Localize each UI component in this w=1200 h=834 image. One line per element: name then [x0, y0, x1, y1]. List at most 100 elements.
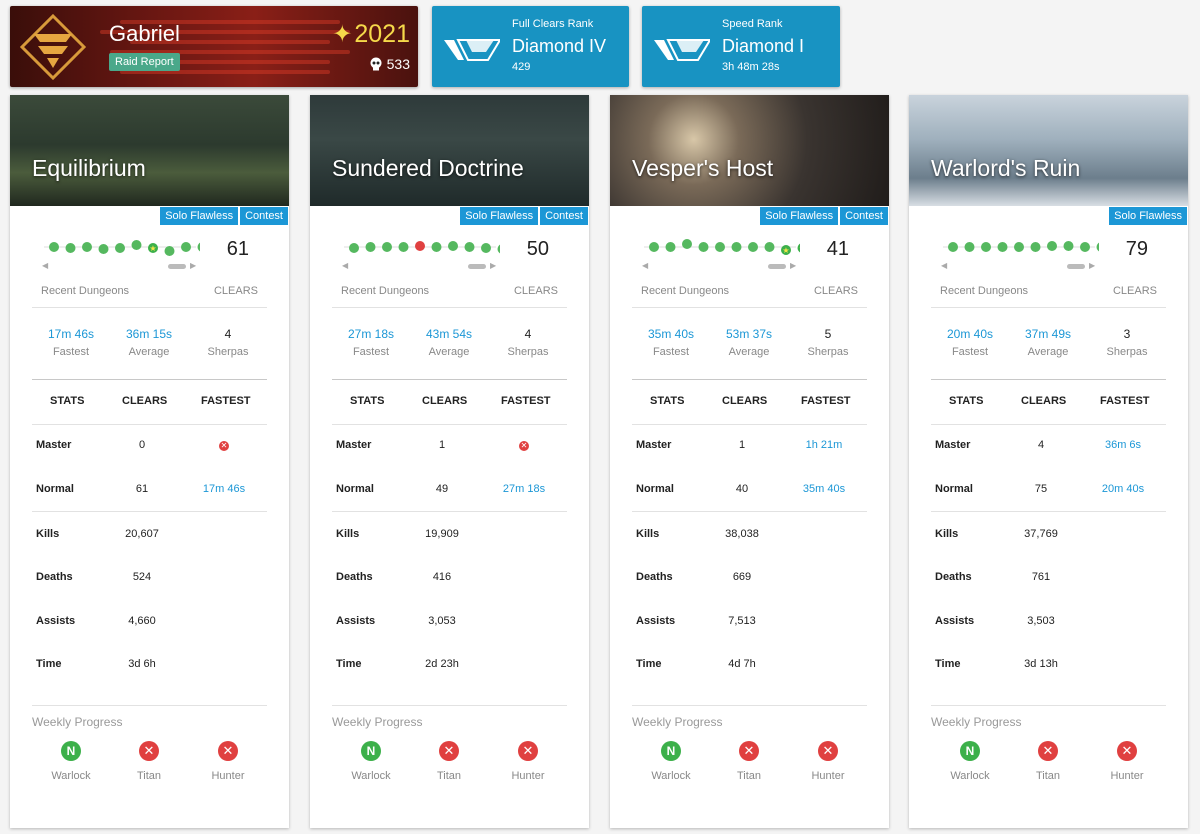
scroll-right-icon[interactable]: ▶: [190, 261, 196, 270]
scroll-right-icon[interactable]: ▶: [490, 261, 496, 270]
dungeon-clear-dot[interactable]: [1030, 242, 1041, 252]
fastest-value[interactable]: 17m 46s: [31, 327, 111, 341]
fastest-value[interactable]: 20m 40s: [930, 327, 1010, 341]
contest-badge: Contest: [540, 207, 588, 225]
graph-scroller[interactable]: ◀ ▶: [941, 261, 1096, 271]
dungeon-clear-dot[interactable]: [49, 242, 59, 252]
dungeon-clear-dot[interactable]: [1096, 242, 1100, 252]
normal-fastest[interactable]: 17m 46s: [184, 483, 264, 495]
dungeon-card[interactable]: Warlord's Ruin Solo Flawless ◀ ▶ 79 Rece…: [909, 95, 1188, 828]
raid-report-link[interactable]: Raid Report: [109, 53, 180, 71]
dungeon-clear-dot[interactable]: [415, 241, 425, 251]
dungeon-clear-dot[interactable]: [181, 242, 191, 252]
dungeon-clear-dot[interactable]: [82, 242, 92, 252]
normal-fastest[interactable]: 27m 18s: [484, 483, 564, 495]
player-emblem[interactable]: Gabriel Raid Report ✦2021 533: [10, 6, 418, 87]
average-value[interactable]: 43m 54s: [409, 327, 489, 341]
scrollbar-thumb[interactable]: [768, 264, 786, 269]
dungeon-clear-dot[interactable]: [464, 242, 475, 252]
dungeon-clear-dot[interactable]: [398, 242, 409, 252]
dungeon-card[interactable]: Sundered Doctrine Solo Flawless Contest …: [310, 95, 589, 828]
dungeon-banner[interactable]: Warlord's Ruin: [909, 95, 1188, 206]
completed-icon: N: [661, 741, 681, 761]
average-stat[interactable]: 43m 54s Average: [409, 327, 489, 358]
average-stat[interactable]: 36m 15s Average: [109, 327, 189, 358]
dungeon-clear-dot[interactable]: [448, 241, 458, 251]
normal-fastest[interactable]: 35m 40s: [784, 483, 864, 495]
speed-rank[interactable]: Speed Rank Diamond I 3h 48m 28s: [642, 6, 840, 87]
dungeon-clear-dot[interactable]: [649, 242, 659, 252]
sherpas-stat: 3 Sherpas: [1087, 327, 1167, 358]
dungeon-clear-dot[interactable]: [65, 243, 76, 253]
scroll-left-icon[interactable]: ◀: [941, 261, 947, 270]
dungeon-banner[interactable]: Equilibrium: [10, 95, 289, 206]
master-fastest[interactable]: 1h 21m: [784, 439, 864, 451]
average-value[interactable]: 37m 49s: [1008, 327, 1088, 341]
dungeon-clear-dot[interactable]: [997, 242, 1008, 252]
dungeon-clear-dot[interactable]: [365, 242, 376, 252]
dungeon-clear-dot[interactable]: [497, 244, 501, 254]
graph-scroller[interactable]: ◀ ▶: [642, 261, 797, 271]
dungeon-banner[interactable]: Vesper's Host: [610, 95, 889, 206]
normal-fastest[interactable]: 20m 40s: [1083, 483, 1163, 495]
fastest-value[interactable]: 27m 18s: [331, 327, 411, 341]
dungeon-clear-dot[interactable]: [164, 246, 175, 256]
row-label: Master: [336, 439, 372, 451]
kills-value: 19,909: [425, 528, 459, 540]
divider: [332, 511, 567, 512]
dungeon-clear-dot[interactable]: [1063, 241, 1074, 251]
graph-scroller[interactable]: ◀ ▶: [42, 261, 197, 271]
master-fastest[interactable]: 36m 6s: [1083, 439, 1163, 451]
full-clears-rank[interactable]: Full Clears Rank Diamond IV 429: [432, 6, 629, 87]
scroll-left-icon[interactable]: ◀: [642, 261, 648, 270]
average-stat[interactable]: 37m 49s Average: [1008, 327, 1088, 358]
average-value[interactable]: 36m 15s: [109, 327, 189, 341]
fastest-stat[interactable]: 20m 40s Fastest: [930, 327, 1010, 358]
table-row: Normal 40 35m 40s: [610, 483, 889, 503]
dungeon-clear-dot[interactable]: [748, 242, 758, 252]
dungeon-clear-dot[interactable]: [98, 244, 109, 254]
dungeon-clear-dot[interactable]: [698, 242, 709, 252]
dungeon-clear-dot[interactable]: [115, 243, 125, 253]
dungeon-clear-dot[interactable]: [382, 242, 392, 252]
scroll-left-icon[interactable]: ◀: [342, 261, 348, 270]
fastest-stat[interactable]: 17m 46s Fastest: [31, 327, 111, 358]
recent-dungeons-label: Recent Dungeons: [940, 285, 1029, 297]
dungeon-card[interactable]: Equilibrium Solo Flawless Contest ★ ◀ ▶ …: [10, 95, 289, 828]
dungeon-banner[interactable]: Sundered Doctrine: [310, 95, 589, 206]
graph-scroller[interactable]: ◀ ▶: [342, 261, 497, 271]
dungeon-clear-dot[interactable]: [1080, 242, 1090, 252]
scrollbar-thumb[interactable]: [1067, 264, 1085, 269]
average-value[interactable]: 53m 37s: [709, 327, 789, 341]
dungeon-clear-dot[interactable]: [349, 243, 359, 253]
scroll-right-icon[interactable]: ▶: [1089, 261, 1095, 270]
dungeon-clear-dot[interactable]: [731, 242, 742, 252]
dungeon-clear-dot[interactable]: [764, 242, 775, 252]
dungeon-clear-dot[interactable]: [715, 242, 725, 252]
dungeon-clear-dot[interactable]: [481, 243, 491, 253]
solo-flawless-badge: Solo Flawless: [1109, 207, 1187, 225]
dungeon-clear-dot[interactable]: [981, 242, 991, 252]
dungeon-clear-dot[interactable]: [1014, 242, 1024, 252]
scrollbar-thumb[interactable]: [468, 264, 486, 269]
time-value: 3d 6h: [128, 658, 156, 670]
scrollbar-thumb[interactable]: [168, 264, 186, 269]
scroll-left-icon[interactable]: ◀: [42, 261, 48, 270]
row-label: Normal: [36, 483, 74, 495]
dungeon-clear-dot[interactable]: [665, 242, 676, 252]
fastest-stat[interactable]: 35m 40s Fastest: [631, 327, 711, 358]
dungeon-clear-dot[interactable]: [1047, 241, 1057, 251]
dungeon-card[interactable]: Vesper's Host Solo Flawless Contest ★ ★ ◀…: [610, 95, 889, 828]
scroll-right-icon[interactable]: ▶: [790, 261, 796, 270]
dungeon-clear-dot[interactable]: [964, 242, 975, 252]
total-clears: 61: [226, 238, 249, 260]
dungeon-clear-dot[interactable]: [197, 242, 201, 252]
dungeon-clear-dot[interactable]: [682, 239, 692, 249]
fastest-value[interactable]: 35m 40s: [631, 327, 711, 341]
dungeon-clear-dot[interactable]: [948, 242, 958, 252]
average-stat[interactable]: 53m 37s Average: [709, 327, 789, 358]
fastest-stat[interactable]: 27m 18s Fastest: [331, 327, 411, 358]
table-row: Master 4 36m 6s: [909, 439, 1188, 459]
dungeon-clear-dot[interactable]: [431, 242, 442, 252]
dungeon-clear-dot[interactable]: [131, 240, 142, 250]
